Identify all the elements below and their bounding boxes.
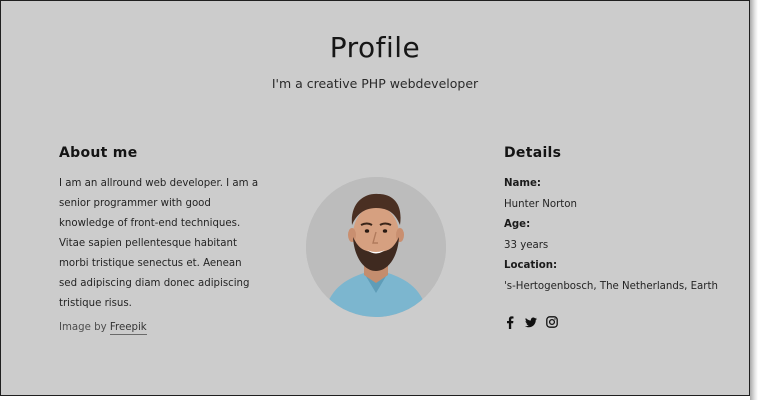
location-value: 's-Hertogenbosch, The Netherlands, Earth xyxy=(504,280,718,292)
credit-prefix: Image by xyxy=(59,322,110,333)
details-heading: Details xyxy=(504,145,562,161)
profile-page: Profile I'm a creative PHP webdeveloper … xyxy=(0,0,750,396)
age-label: Age: xyxy=(504,219,531,230)
about-heading: About me xyxy=(59,145,138,161)
avatar xyxy=(306,177,446,317)
window-edge-shadow xyxy=(750,0,758,400)
name-value: Hunter Norton xyxy=(504,198,577,210)
social-links xyxy=(504,315,558,329)
details-section: Details Name: Hunter Norton Age: 33 year… xyxy=(504,145,744,297)
freepik-link[interactable]: Freepik xyxy=(109,322,147,335)
age-value: 33 years xyxy=(504,239,549,251)
about-section: About me I am an allround web developer.… xyxy=(59,145,259,335)
avatar-photo xyxy=(306,177,446,317)
name-label: Name: xyxy=(504,178,541,189)
facebook-icon[interactable] xyxy=(504,315,516,329)
page-subtitle: I'm a creative PHP webdeveloper xyxy=(271,76,479,91)
twitter-icon[interactable] xyxy=(525,315,537,329)
page-title: Profile xyxy=(329,31,421,64)
about-text: I am an allround web developer. I am a s… xyxy=(59,178,259,309)
image-credit: Image by Freepik xyxy=(59,322,259,335)
location-label: Location: xyxy=(504,260,558,271)
instagram-icon[interactable] xyxy=(546,315,558,329)
